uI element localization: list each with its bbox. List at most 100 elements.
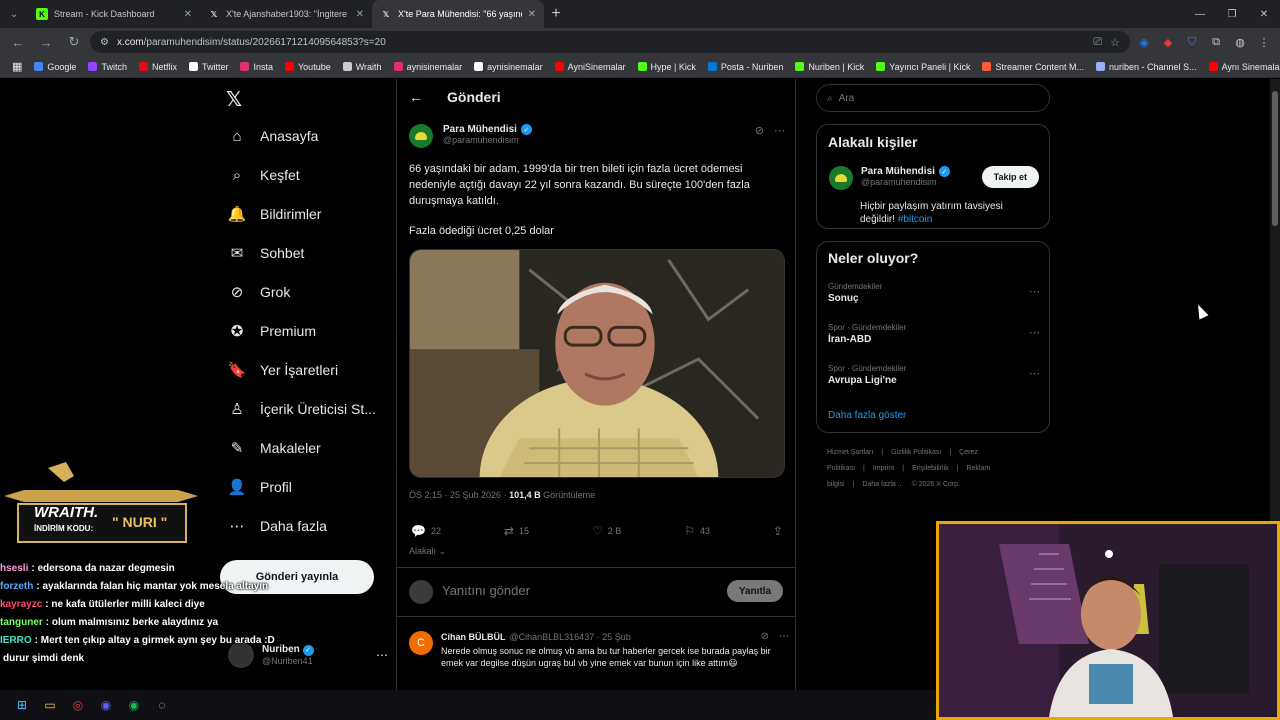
star-icon[interactable]: ☆ [1110,36,1120,49]
sort-dropdown[interactable]: Alakalı ⌄ [409,546,446,557]
bookmark-item[interactable]: nuriben - Channel S... [1090,62,1203,72]
post-timestamp[interactable]: ÖS 2:15 · 25 Şub 2026 · [409,490,509,500]
reply-input[interactable]: Yanıtını gönder [442,583,530,598]
menu-icon[interactable]: ⋮ [1254,32,1274,52]
bookmark-item[interactable]: Yayıncı Paneli | Kick [870,62,976,72]
related-person[interactable]: Para Mühendisi ✓ @paramuhendisim Takip et [829,166,1039,190]
grok-icon[interactable]: ⊘ [761,631,769,642]
avatar[interactable] [409,124,433,148]
more-icon[interactable]: ⋯ [779,631,789,642]
more-icon[interactable]: ⋯ [1029,367,1040,380]
related-handle[interactable]: @paramuhendisim [861,177,950,187]
nav-item-creator[interactable]: ♙ İçerik Üreticisi St... [228,400,376,418]
more-icon[interactable]: ⋯ [774,124,785,148]
repost-action[interactable]: ⇄ 15 [504,524,529,538]
reply-button[interactable]: Yanıtla [727,580,783,602]
bookmark-item[interactable]: aynisinemalar [388,62,469,72]
share-action[interactable]: ⇪ [773,524,783,538]
reload-icon[interactable]: ↻ [62,30,86,54]
bookmark-item[interactable]: Google [28,62,82,72]
bookmark-item[interactable]: AyniSinemalar [549,62,632,72]
close-window-icon[interactable]: ✕ [1248,0,1280,28]
tab-para-muhendisi[interactable]: 𝕏 X'te Para Mühendisi: "66 yaşınd ✕ [372,0,544,28]
close-icon[interactable]: ✕ [528,9,536,20]
maximize-icon[interactable]: ❐ [1216,0,1248,28]
footer-link[interactable]: Erişilebilirlik [912,465,949,472]
nav-item-search[interactable]: ⌕ Keşfet [228,166,300,184]
footer-link[interactable]: © 2026 X Corp. [912,481,960,488]
bookmark-item[interactable]: aynisinemalar [468,62,549,72]
tab-ajanshaber[interactable]: 𝕏 X'te Ajanshaber1903: "İngitere ✕ [200,0,372,28]
extension-icon[interactable]: ◉ [1134,32,1154,52]
bookmark-item[interactable]: Posta - Nuriben [702,62,790,72]
back-icon[interactable]: ← [6,30,30,54]
bookmark-item[interactable]: Wraith [337,62,388,72]
nav-item-more[interactable]: ⋯ Daha fazla [228,517,327,535]
author-name[interactable]: Para Mühendisi [443,124,517,135]
related-name[interactable]: Para Mühendisi [861,166,935,177]
trend-item[interactable]: Gündemdekiler Sonuç ⋯ [828,282,1040,304]
windows-start-icon[interactable]: ⊞ [12,695,32,715]
bookmark-item[interactable]: Hype | Kick [632,62,702,72]
x-logo-icon[interactable]: 𝕏 [226,87,242,112]
nav-item-grok[interactable]: ⊘ Grok [228,283,291,301]
spotify-icon[interactable]: ◉ [124,695,144,715]
bookmark-item[interactable]: Netflix [133,62,183,72]
more-icon[interactable]: ⋯ [1029,326,1040,339]
discord-icon[interactable]: ◉ [96,695,116,715]
trend-item[interactable]: Spor · Gündemdekiler İran-ABD ⋯ [828,323,1040,345]
bookmark-item[interactable]: Streamer Content M... [976,62,1090,72]
nav-item-home[interactable]: ⌂ Anasayfa [228,127,318,145]
hashtag-link[interactable]: #bitcoin [898,214,932,225]
nav-item-articles[interactable]: ✎ Makaleler [228,439,321,457]
close-icon[interactable]: ✕ [184,9,192,20]
bookmark-item[interactable]: Twitch [82,62,133,72]
footer-link[interactable]: Imprint [873,465,894,472]
profile-avatar-icon[interactable]: ◍ [1230,32,1250,52]
nav-item-bookmark[interactable]: 🔖 Yer İşaretleri [228,361,338,379]
minimize-icon[interactable]: — [1184,0,1216,28]
show-more-link[interactable]: Daha fazla göster [828,410,906,421]
forward-icon[interactable]: → [34,30,58,54]
tab-search-icon[interactable]: ⌄ [0,0,28,28]
chrome-icon[interactable]: ◎ [68,695,88,715]
shield-icon[interactable]: ⛉ [1182,32,1202,52]
address-bar[interactable]: ⚙ x.com/paramuhendisim/status/2026617121… [90,31,1130,53]
more-icon[interactable]: ⋯ [1029,285,1040,298]
footer-link[interactable]: Gizlilik Politikası [891,449,941,456]
puzzle-icon[interactable]: ⧉ [1206,32,1226,52]
reply-action[interactable]: 💬 22 [411,524,441,538]
reply-item[interactable]: C Cihan BÜLBÜL @CihanBLBL316437 · 25 Şub… [409,631,789,669]
footer-link[interactable]: Hizmet Şartları [827,449,873,456]
trend-item[interactable]: Spor · Gündemdekiler Avrupa Ligi'ne ⋯ [828,364,1040,386]
tab-kick-dashboard[interactable]: K Stream - Kick Dashboard ✕ [28,0,200,28]
grok-icon[interactable]: ⊘ [755,124,764,148]
scrollbar-thumb[interactable] [1272,91,1278,226]
nav-item-premium[interactable]: ✪ Premium [228,322,316,340]
more-icon[interactable]: ⋯ [376,648,388,662]
like-action[interactable]: ♡ 2 B [592,524,621,538]
footer-link[interactable]: Daha fazla ... [862,481,903,488]
cast-icon[interactable]: ⎚ [1093,36,1102,49]
follow-button[interactable]: Takip et [981,166,1039,188]
comment-handle[interactable]: @CihanBLBL316437 · 25 Şub [510,632,631,642]
bookmark-item[interactable]: Aynı Sinemalar - Ça... [1203,62,1280,72]
back-arrow-icon[interactable]: ← [409,89,423,105]
avatar[interactable] [829,166,853,190]
nav-item-mail[interactable]: ✉ Sohbet [228,244,305,262]
close-icon[interactable]: ✕ [356,9,364,20]
steam-icon[interactable]: ◌ [152,695,172,715]
new-tab-button[interactable]: + [544,5,568,23]
bookmark-item[interactable]: Nuriben | Kick [789,62,870,72]
nav-item-profile[interactable]: 👤 Profil [228,478,292,496]
apps-icon[interactable]: ▦ [6,60,28,73]
extension-icon[interactable]: ◆ [1158,32,1178,52]
nav-item-bell[interactable]: 🔔 Bildirimler [228,205,322,223]
site-info-icon[interactable]: ⚙ [100,37,109,48]
bookmark-item[interactable]: Twitter [183,62,235,72]
post-image[interactable] [409,249,785,478]
bookmark-item[interactable]: Insta [234,62,279,72]
bookmark-action[interactable]: ⚐ 43 [684,524,710,538]
search-input[interactable]: ⌕ Ara [816,84,1050,112]
author-handle[interactable]: @paramuhendisim [443,135,532,145]
